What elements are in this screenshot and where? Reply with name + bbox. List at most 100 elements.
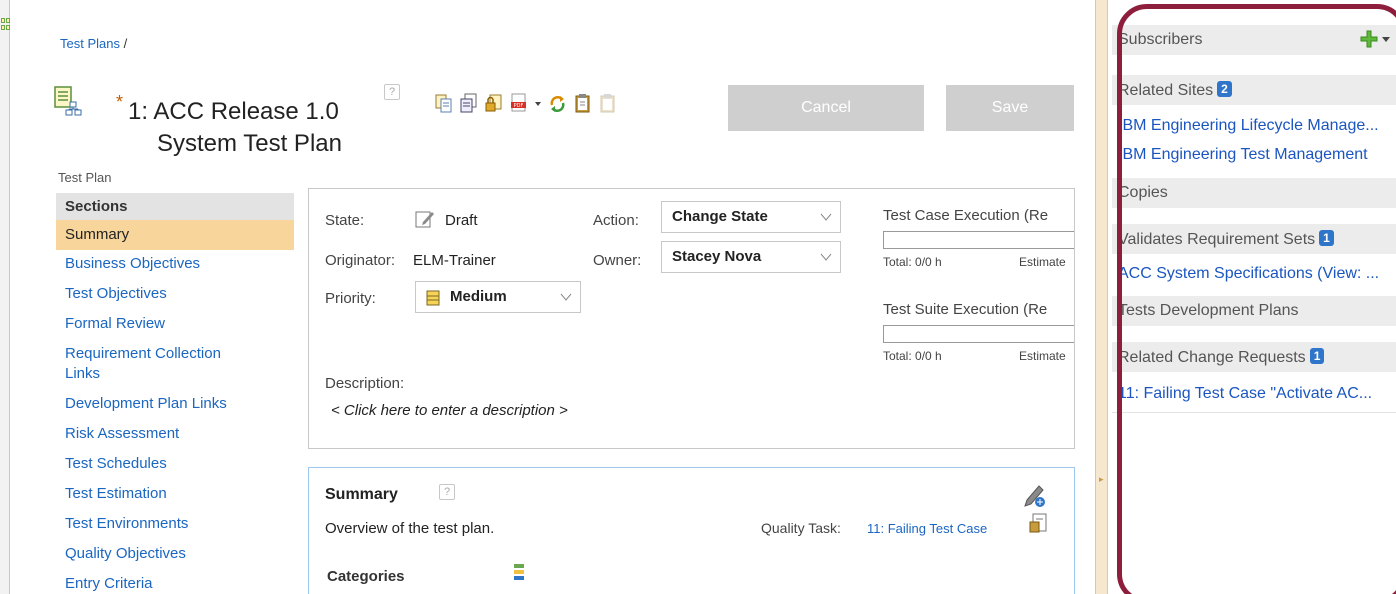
lock-icon[interactable] bbox=[485, 93, 502, 113]
panel-splitter[interactable]: ▸ bbox=[1095, 0, 1108, 594]
section-business-objectives[interactable]: Business Objectives bbox=[56, 254, 294, 274]
section-entry-criteria[interactable]: Entry Criteria bbox=[56, 574, 294, 594]
related-sites-label: Related Sites bbox=[1118, 82, 1214, 99]
edit-state-icon bbox=[415, 211, 434, 228]
related-sites-count-badge: 2 bbox=[1217, 81, 1232, 97]
related-change-request-link[interactable]: 11: Failing Test Case "Activate AC... bbox=[1118, 385, 1396, 403]
originator-label: Originator: bbox=[325, 252, 396, 269]
task-link-icon[interactable] bbox=[1029, 512, 1049, 536]
action-select[interactable]: Change State bbox=[661, 201, 841, 233]
related-site-link[interactable]: IBM Engineering Lifecycle Manage... bbox=[1118, 117, 1396, 135]
state-label: State: bbox=[325, 212, 365, 229]
test-suite-estimate: Estimate bbox=[1019, 349, 1066, 363]
sections-nav: Sections Summary Business Objectives Tes… bbox=[56, 193, 294, 594]
collapse-arrow-icon[interactable]: ▸ bbox=[1099, 474, 1104, 485]
breadcrumb-test-plans-link[interactable]: Test Plans bbox=[60, 36, 120, 51]
copies-label: Copies bbox=[1118, 184, 1168, 201]
modified-marker: * bbox=[116, 92, 124, 112]
test-case-execution-title: Test Case Execution (Re bbox=[883, 207, 1049, 224]
paste-icon[interactable] bbox=[599, 93, 616, 113]
summary-title: Summary bbox=[325, 486, 398, 503]
section-test-schedules[interactable]: Test Schedules bbox=[56, 454, 294, 474]
subscribers-label: Subscribers bbox=[1118, 31, 1203, 48]
section-test-objectives[interactable]: Test Objectives bbox=[56, 284, 294, 304]
priority-select[interactable]: Medium bbox=[415, 281, 581, 313]
action-label: Action: bbox=[593, 212, 639, 229]
quality-task-link[interactable]: 11: Failing Test Case bbox=[867, 521, 987, 536]
plan-title-line2: System Test Plan bbox=[157, 130, 342, 157]
section-development-plan-links[interactable]: Development Plan Links bbox=[56, 394, 294, 414]
priority-select-value: Medium bbox=[450, 288, 507, 305]
section-quality-objectives[interactable]: Quality Objectives bbox=[56, 544, 294, 564]
copies-header[interactable]: Copies bbox=[1112, 178, 1396, 208]
section-test-estimation[interactable]: Test Estimation bbox=[56, 484, 294, 504]
main-area: Test Plans / * 1: ACC Release 1.0 System… bbox=[10, 0, 1095, 594]
owner-select-value: Stacey Nova bbox=[672, 248, 762, 265]
pdf-export-icon[interactable]: PDF bbox=[510, 93, 527, 113]
section-requirement-collection-links[interactable]: Requirement Collection Links bbox=[56, 344, 256, 384]
details-panel: State: Draft Action: Change State Origin… bbox=[308, 188, 1075, 449]
left-strip bbox=[0, 0, 10, 594]
related-sites-header[interactable]: Related Sites 2 bbox=[1112, 75, 1396, 105]
originator-value: ELM-Trainer bbox=[413, 252, 496, 269]
section-formal-review[interactable]: Formal Review bbox=[56, 314, 294, 334]
add-subscriber-icon[interactable] bbox=[1360, 30, 1378, 48]
priority-label: Priority: bbox=[325, 290, 376, 307]
description-field[interactable]: < Click here to enter a description > bbox=[331, 402, 568, 419]
test-suite-execution-bar bbox=[883, 325, 1074, 343]
cancel-button[interactable]: Cancel bbox=[728, 85, 924, 131]
test-suite-total: Total: 0/0 h bbox=[883, 349, 942, 363]
validates-requirement-set-link[interactable]: ACC System Specifications (View: ... bbox=[1118, 265, 1396, 283]
test-suite-execution-title: Test Suite Execution (Re bbox=[883, 301, 1048, 318]
summary-panel: Summary ? Overview of the test plan. Qua… bbox=[308, 467, 1075, 594]
related-change-requests-header[interactable]: Related Change Requests 1 bbox=[1112, 342, 1396, 372]
related-cr-count-badge: 1 bbox=[1309, 348, 1325, 364]
validates-requirement-sets-header[interactable]: Validates Requirement Sets 1 bbox=[1112, 224, 1396, 254]
validates-count-badge: 1 bbox=[1319, 230, 1334, 246]
test-case-total: Total: 0/0 h bbox=[883, 255, 942, 269]
plan-number: 1: bbox=[128, 98, 149, 125]
priority-medium-icon bbox=[426, 290, 440, 306]
validates-label: Validates Requirement Sets bbox=[1118, 231, 1316, 248]
breadcrumb: Test Plans / bbox=[60, 36, 127, 51]
section-test-environments[interactable]: Test Environments bbox=[56, 514, 294, 534]
plan-title-line1: ACC Release 1.0 bbox=[153, 98, 339, 125]
clipboard-icon[interactable] bbox=[574, 93, 591, 113]
save-button[interactable]: Save bbox=[946, 85, 1074, 131]
section-divider bbox=[1112, 412, 1396, 413]
chevron-down-icon bbox=[820, 213, 832, 221]
description-label: Description: bbox=[325, 375, 405, 392]
breadcrumb-separator: / bbox=[123, 36, 128, 51]
related-site-link[interactable]: IBM Engineering Test Management bbox=[1118, 146, 1396, 164]
chevron-down-icon[interactable] bbox=[1382, 37, 1390, 43]
help-icon[interactable]: ? bbox=[439, 484, 455, 500]
categories-label: Categories bbox=[327, 568, 405, 585]
artifact-type-label: Test Plan bbox=[58, 170, 112, 185]
duplicate-icon[interactable] bbox=[460, 93, 477, 113]
page-title[interactable]: 1: ACC Release 1.0 System Test Plan bbox=[128, 96, 342, 160]
edit-section-icon[interactable] bbox=[1021, 482, 1047, 508]
quality-task-label: Quality Task: bbox=[761, 520, 841, 536]
tests-dev-plans-label: Tests Development Plans bbox=[1118, 302, 1299, 319]
owner-label: Owner: bbox=[593, 252, 642, 269]
section-risk-assessment[interactable]: Risk Assessment bbox=[56, 424, 294, 444]
app-grid-icon[interactable] bbox=[1, 18, 10, 30]
tests-development-plans-header[interactable]: Tests Development Plans bbox=[1112, 296, 1396, 326]
action-select-value: Change State bbox=[672, 208, 768, 225]
chevron-down-icon[interactable] bbox=[535, 93, 541, 113]
state-value: Draft bbox=[445, 212, 478, 229]
sync-icon[interactable] bbox=[549, 93, 566, 113]
section-summary[interactable]: Summary bbox=[56, 220, 294, 250]
test-case-estimate: Estimate bbox=[1019, 255, 1066, 269]
test-case-execution-bar bbox=[883, 231, 1074, 249]
subscribers-header[interactable]: Subscribers bbox=[1112, 25, 1396, 55]
copy-icon[interactable] bbox=[435, 93, 452, 113]
categories-icon[interactable] bbox=[513, 563, 525, 581]
chevron-down-icon bbox=[560, 293, 572, 301]
help-icon[interactable]: ? bbox=[384, 84, 400, 100]
sections-header: Sections bbox=[56, 193, 294, 220]
test-plan-icon bbox=[54, 86, 82, 116]
svg-text:PDF: PDF bbox=[514, 103, 524, 109]
owner-select[interactable]: Stacey Nova bbox=[661, 241, 841, 273]
chevron-down-icon bbox=[820, 253, 832, 261]
